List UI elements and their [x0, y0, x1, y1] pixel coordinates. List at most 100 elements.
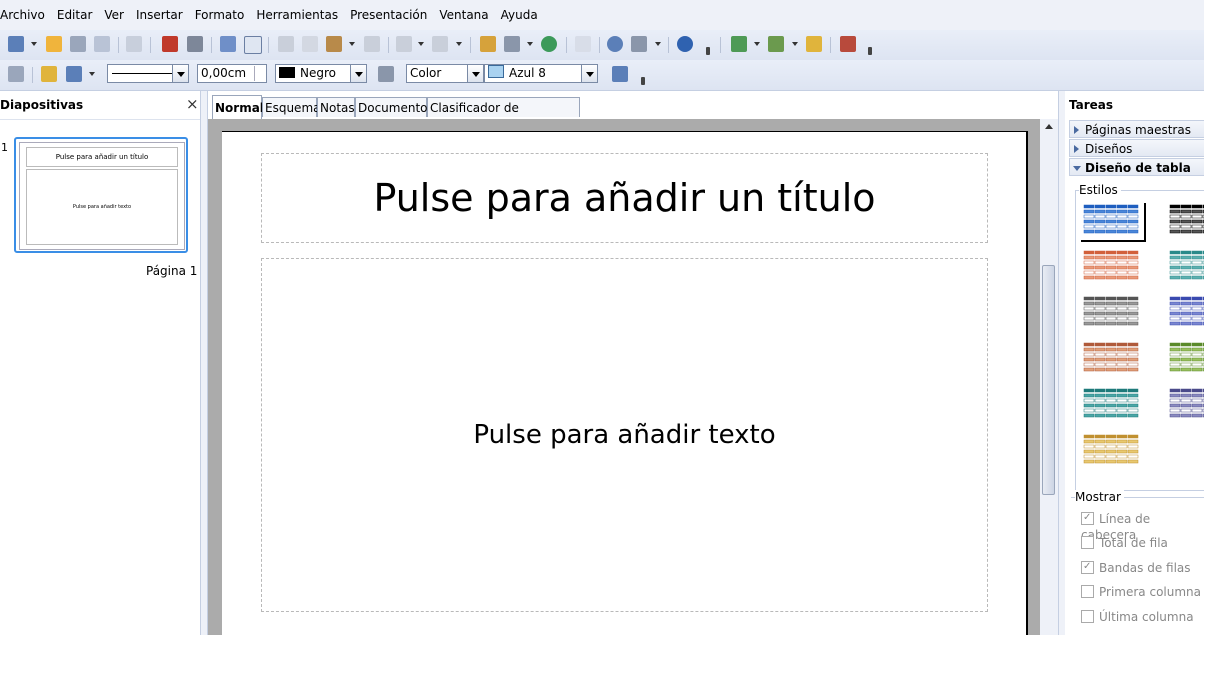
new-document-icon[interactable] — [8, 36, 24, 52]
print-icon[interactable] — [187, 36, 203, 52]
spellcheck-icon[interactable] — [220, 36, 236, 52]
line-color-select[interactable]: Negro — [275, 64, 367, 83]
tab-documento[interactable]: Documento — [355, 97, 428, 117]
chart-icon[interactable] — [480, 36, 496, 52]
table-style-swatch[interactable] — [1083, 250, 1139, 280]
tab-notas[interactable]: Notas — [317, 97, 355, 117]
table-style-swatch[interactable] — [1169, 296, 1204, 326]
slide-design-icon[interactable] — [806, 36, 822, 52]
area-color-value: Azul 8 — [509, 66, 546, 80]
option-label: Última columna — [1099, 610, 1194, 624]
table-style-swatch[interactable] — [1169, 204, 1204, 234]
email-icon[interactable] — [94, 36, 110, 52]
menu-editar[interactable]: Editar — [57, 8, 99, 22]
color-swatch-icon — [279, 67, 295, 78]
checkbox-icon[interactable] — [1081, 536, 1094, 549]
scroll-up-icon[interactable] — [1045, 124, 1053, 129]
table-styles-gallery — [1081, 203, 1204, 464]
autospellcheck-icon[interactable] — [244, 36, 262, 54]
table-style-swatch[interactable] — [1083, 342, 1139, 372]
checkbox-icon[interactable] — [1081, 510, 1094, 526]
line-width-field[interactable]: 0,00cm — [197, 64, 267, 83]
slide-thumbnail[interactable]: Pulse para añadir un título Pulse para a… — [14, 137, 188, 253]
option-label: Primera columna — [1099, 585, 1201, 599]
export-pdf-icon[interactable] — [162, 36, 178, 52]
option-label: Total de fila — [1099, 536, 1168, 550]
table-style-swatch[interactable] — [1083, 296, 1139, 326]
body-placeholder[interactable]: Pulse para añadir texto — [261, 258, 988, 612]
menu-ayuda[interactable]: Ayuda — [501, 8, 544, 22]
fontwork-icon[interactable] — [541, 36, 557, 52]
title-placeholder[interactable]: Pulse para añadir un título — [261, 153, 988, 243]
menu-insertar[interactable]: Insertar — [136, 8, 189, 22]
help-icon[interactable] — [677, 36, 693, 52]
scroll-thumb[interactable] — [1042, 265, 1055, 495]
section-label: Diseño de tabla — [1085, 161, 1191, 175]
option-bandas-filas[interactable]: Bandas de filas — [1081, 559, 1191, 576]
line-color-value: Negro — [300, 66, 336, 80]
table-icon[interactable] — [504, 36, 520, 52]
table-style-swatch[interactable] — [1083, 388, 1139, 418]
copy-icon[interactable] — [302, 36, 318, 52]
shadow-icon[interactable] — [612, 66, 628, 82]
area-style-select[interactable]: Color — [406, 64, 484, 83]
undo-icon[interactable] — [396, 36, 412, 52]
slide-canvas[interactable]: Pulse para añadir un título Pulse para a… — [222, 131, 1028, 635]
menu-bar: Archivo Editar Ver Insertar Formato Herr… — [0, 0, 1204, 30]
checkbox-icon[interactable] — [1081, 585, 1094, 598]
spin-icon[interactable] — [254, 66, 264, 81]
table-style-swatch[interactable] — [1169, 250, 1204, 280]
tab-esquema[interactable]: Esquema — [262, 97, 320, 117]
line-icon[interactable] — [41, 66, 57, 82]
table-style-swatch[interactable] — [1169, 342, 1204, 372]
redo-icon[interactable] — [432, 36, 448, 52]
area-color-select[interactable]: Azul 8 — [484, 64, 598, 83]
navigator-icon[interactable] — [607, 36, 623, 52]
menu-presentacion[interactable]: Presentación — [350, 8, 433, 22]
table-style-swatch[interactable] — [1083, 204, 1139, 234]
section-paginas-maestras[interactable]: Páginas maestras — [1069, 120, 1204, 138]
clone-format-icon[interactable] — [364, 36, 380, 52]
thumbnail-frame: Pulse para añadir un título Pulse para a… — [19, 142, 185, 250]
slideshow-icon[interactable] — [840, 36, 856, 52]
arrow-style-icon[interactable] — [66, 66, 82, 82]
line-style-select[interactable] — [107, 64, 189, 83]
option-total-fila[interactable]: Total de fila — [1081, 535, 1168, 551]
view-tabs: Normal Esquema Notas Documento Clasifica… — [208, 91, 1058, 135]
zoom-icon[interactable] — [631, 36, 647, 52]
option-ultima-columna[interactable]: Última columna — [1081, 609, 1194, 625]
section-diseno-de-tabla[interactable]: Diseño de tabla — [1069, 158, 1204, 176]
close-icon[interactable]: × — [186, 95, 199, 113]
section-disenos[interactable]: Diseños — [1069, 139, 1204, 157]
tab-clasificador[interactable]: Clasificador de diapositivas — [427, 97, 580, 135]
slide-layout-icon[interactable] — [768, 36, 784, 52]
slide-icon[interactable] — [731, 36, 747, 52]
menu-herramientas[interactable]: Herramientas — [256, 8, 344, 22]
show-label: Mostrar — [1075, 490, 1124, 504]
paste-icon[interactable] — [326, 36, 342, 52]
right-splitter[interactable] — [1058, 91, 1065, 635]
option-primera-columna[interactable]: Primera columna — [1081, 584, 1201, 600]
menu-archivo[interactable]: Archivo — [0, 8, 51, 22]
slides-panel: Diapositivas × 1 Pulse para añadir un tí… — [0, 91, 200, 635]
object-icon[interactable] — [8, 66, 24, 82]
section-label: Páginas maestras — [1085, 123, 1191, 137]
menu-ventana[interactable]: Ventana — [439, 8, 494, 22]
vertical-scrollbar[interactable] — [1040, 119, 1058, 635]
open-folder-icon[interactable] — [46, 36, 62, 52]
edit-file-icon[interactable] — [126, 36, 142, 52]
save-icon[interactable] — [70, 36, 86, 52]
menu-ver[interactable]: Ver — [104, 8, 130, 22]
option-linea-cabecera[interactable]: Línea de cabecera — [1081, 510, 1204, 542]
menu-formato[interactable]: Formato — [195, 8, 251, 22]
left-splitter[interactable] — [200, 91, 208, 635]
tab-normal[interactable]: Normal — [212, 95, 264, 119]
area-fill-icon[interactable] — [378, 66, 394, 82]
grid-icon[interactable] — [575, 36, 591, 52]
checkbox-icon[interactable] — [1081, 610, 1094, 623]
checkbox-icon[interactable] — [1081, 559, 1094, 575]
page-label: Página 1 — [146, 264, 198, 278]
table-style-swatch[interactable] — [1083, 434, 1139, 464]
table-style-swatch[interactable] — [1169, 388, 1204, 418]
cut-icon[interactable] — [278, 36, 294, 52]
